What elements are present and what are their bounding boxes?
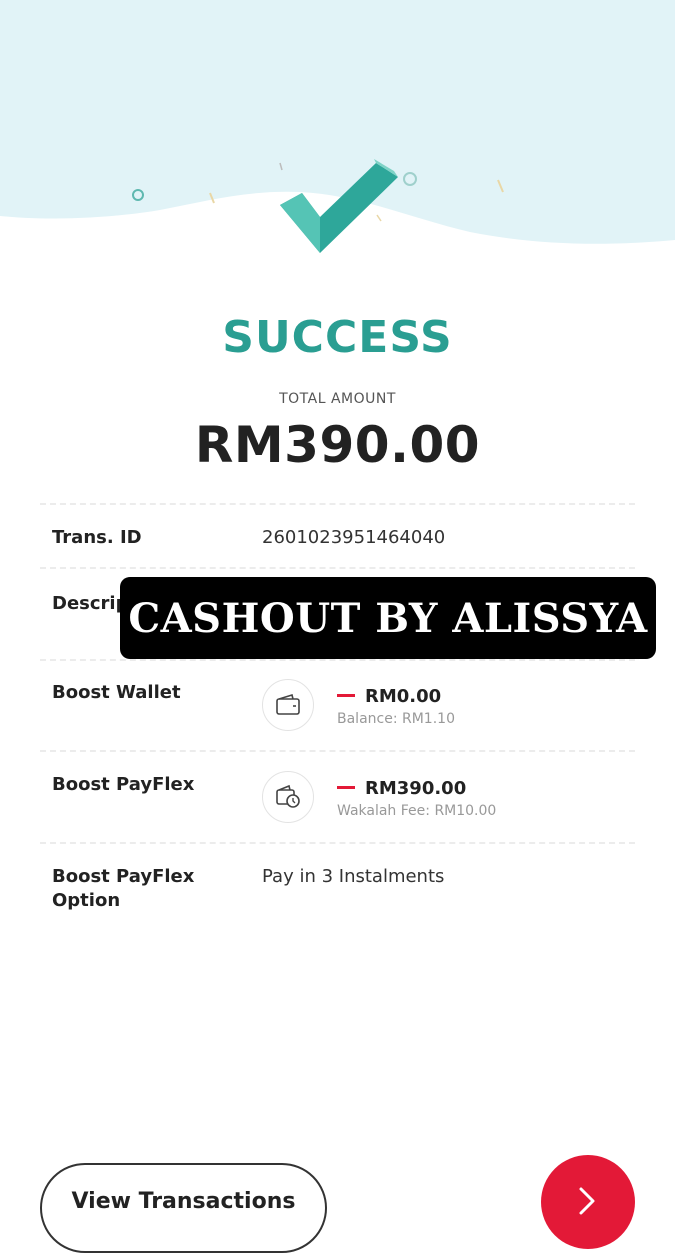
wallet-icon — [262, 679, 314, 731]
payflex-option-label-line2: Option — [52, 890, 121, 911]
boost-wallet-amount: RM0.00 — [337, 686, 441, 707]
deduction-dash — [337, 693, 355, 697]
payflex-option-value: Pay in 3 Instalments — [262, 866, 445, 887]
total-amount-label: TOTAL AMOUNT — [279, 391, 396, 407]
success-checkmark-icon — [280, 159, 398, 253]
status-title: SUCCESS — [222, 312, 453, 363]
divider — [40, 659, 635, 661]
boost-payflex-amount: RM390.00 — [337, 778, 466, 799]
trans-id-label: Trans. ID — [52, 527, 142, 548]
total-amount-value: RM390.00 — [194, 416, 481, 474]
boost-wallet-balance: Balance: RM1.10 — [337, 711, 455, 727]
divider — [40, 567, 635, 569]
deduction-dash — [337, 785, 355, 789]
divider — [40, 750, 635, 752]
divider — [40, 842, 635, 844]
view-transactions-button[interactable]: View Transactions — [40, 1163, 327, 1253]
description-label: Descrip — [52, 593, 129, 614]
payflex-option-label-line1: Boost PayFlex — [52, 866, 195, 887]
cashout-watermark-banner: CASHOUT BY ALISSYA — [120, 577, 656, 659]
boost-wallet-label: Boost Wallet — [52, 682, 181, 703]
boost-payflex-fee: Wakalah Fee: RM10.00 — [337, 803, 497, 819]
wallet-clock-icon — [262, 771, 314, 823]
divider — [40, 503, 635, 505]
boost-payflex-label: Boost PayFlex — [52, 774, 195, 795]
trans-id-value: 2601023951464040 — [262, 527, 446, 548]
payflex-option-label: Boost PayFlex Option — [52, 865, 194, 913]
next-button[interactable] — [541, 1155, 635, 1249]
watermark-text: CASHOUT BY ALISSYA — [128, 594, 648, 642]
